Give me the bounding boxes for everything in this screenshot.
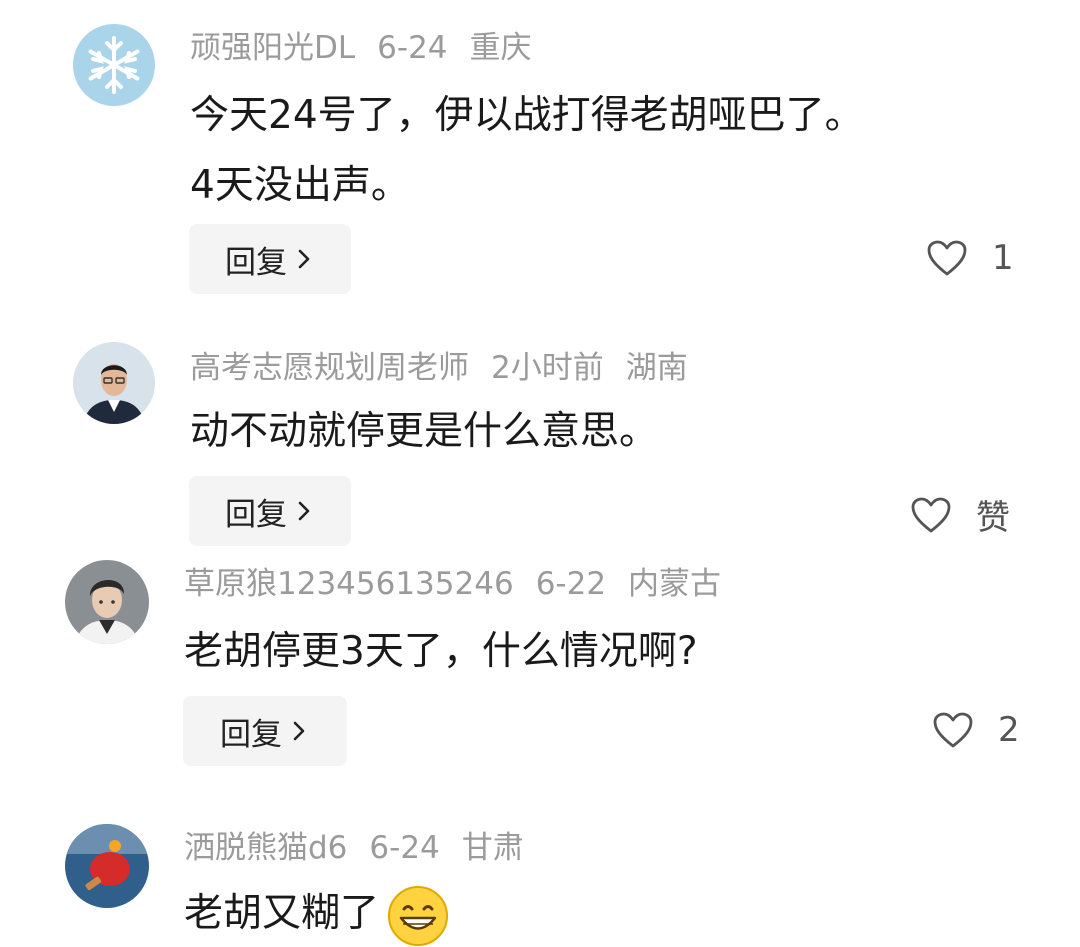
comment-meta: 洒脱熊猫d6 6-24 甘肃 bbox=[184, 828, 546, 868]
cartoon-man-icon bbox=[65, 560, 149, 644]
like-count: 2 bbox=[998, 710, 1020, 750]
username[interactable]: 草原狼123456135246 bbox=[184, 566, 514, 602]
like-count: 1 bbox=[992, 238, 1014, 278]
comment-item: 草原狼123456135246 6-22 内蒙古 老胡停更3天了，什么情况啊? 回复… bbox=[0, 560, 1080, 800]
heart-icon bbox=[911, 497, 951, 532]
username[interactable]: 顽强阳光DL bbox=[190, 30, 355, 66]
comment-meta: 草原狼123456135246 6-22 内蒙古 bbox=[184, 564, 743, 604]
snowflake-icon bbox=[73, 24, 155, 106]
username[interactable]: 高考志愿规划周老师 bbox=[190, 350, 469, 386]
like-button[interactable]: 2 bbox=[932, 710, 1020, 750]
comment-text: 老胡停更3天了，什么情况啊? bbox=[184, 620, 698, 684]
cartoon-man-avatar[interactable] bbox=[65, 560, 149, 644]
ping-pong-avatar[interactable] bbox=[65, 824, 149, 908]
comment-location: 湖南 bbox=[625, 350, 688, 386]
man-portrait-avatar[interactable] bbox=[73, 342, 155, 424]
chevron-right-icon bbox=[293, 721, 305, 741]
comment-location: 重庆 bbox=[469, 30, 532, 66]
reply-button[interactable]: 回复 bbox=[189, 224, 351, 294]
reply-label: 回复 bbox=[225, 496, 287, 533]
reply-button[interactable]: 回复 bbox=[183, 696, 347, 766]
comment-location: 内蒙古 bbox=[628, 566, 722, 602]
comment-item: 顽强阳光DL 6-24 重庆 今天24号了，伊以战打得老胡哑巴了。 4天没出声。 回… bbox=[0, 0, 1080, 310]
username[interactable]: 洒脱熊猫d6 bbox=[184, 830, 347, 866]
heart-icon bbox=[927, 240, 967, 276]
reply-label: 回复 bbox=[225, 244, 287, 281]
comment-meta: 高考志愿规划周老师 2小时前 湖南 bbox=[190, 348, 710, 388]
chevron-right-icon bbox=[298, 501, 310, 521]
comment-meta: 顽强阳光DL 6-24 重庆 bbox=[190, 28, 554, 68]
comment-text-line: 4天没出声。 bbox=[190, 163, 410, 208]
comment-item: 洒脱熊猫d6 6-24 甘肃 老胡又糊了 bbox=[0, 824, 1080, 946]
comment-text: 今天24号了，伊以战打得老胡哑巴了。 4天没出声。 bbox=[190, 84, 864, 218]
reply-button[interactable]: 回复 bbox=[189, 476, 351, 546]
comment-time: 6-22 bbox=[535, 566, 607, 602]
comment-text: 动不动就停更是什么意思。 bbox=[190, 400, 658, 464]
comment-time: 6-24 bbox=[377, 30, 448, 66]
comment-time: 6-24 bbox=[369, 830, 440, 866]
snowflake-avatar[interactable] bbox=[73, 24, 155, 106]
comment-item: 高考志愿规划周老师 2小时前 湖南 动不动就停更是什么意思。 回复 赞 bbox=[0, 330, 1080, 550]
grinning-face-icon bbox=[388, 885, 449, 946]
comment-location: 甘肃 bbox=[461, 830, 524, 866]
comment-text: 老胡又糊了 bbox=[184, 882, 449, 947]
like-label: 赞 bbox=[976, 498, 1010, 538]
comment-text-line: 老胡又糊了 bbox=[184, 891, 380, 936]
comment-text-line: 动不动就停更是什么意思。 bbox=[190, 409, 659, 454]
comment-time: 2小时前 bbox=[491, 350, 604, 386]
chevron-right-icon bbox=[298, 249, 310, 269]
man-portrait-icon bbox=[73, 342, 155, 424]
comment-text-line: 今天24号了，伊以战打得老胡哑巴了。 bbox=[190, 93, 864, 138]
like-button[interactable]: 赞 bbox=[910, 490, 1010, 539]
ping-pong-icon bbox=[65, 824, 149, 908]
like-button[interactable]: 1 bbox=[926, 238, 1014, 278]
reply-label: 回复 bbox=[220, 716, 282, 753]
heart-icon bbox=[933, 712, 973, 748]
comment-text-line: 老胡停更3天了，什么情况啊? bbox=[184, 629, 698, 674]
